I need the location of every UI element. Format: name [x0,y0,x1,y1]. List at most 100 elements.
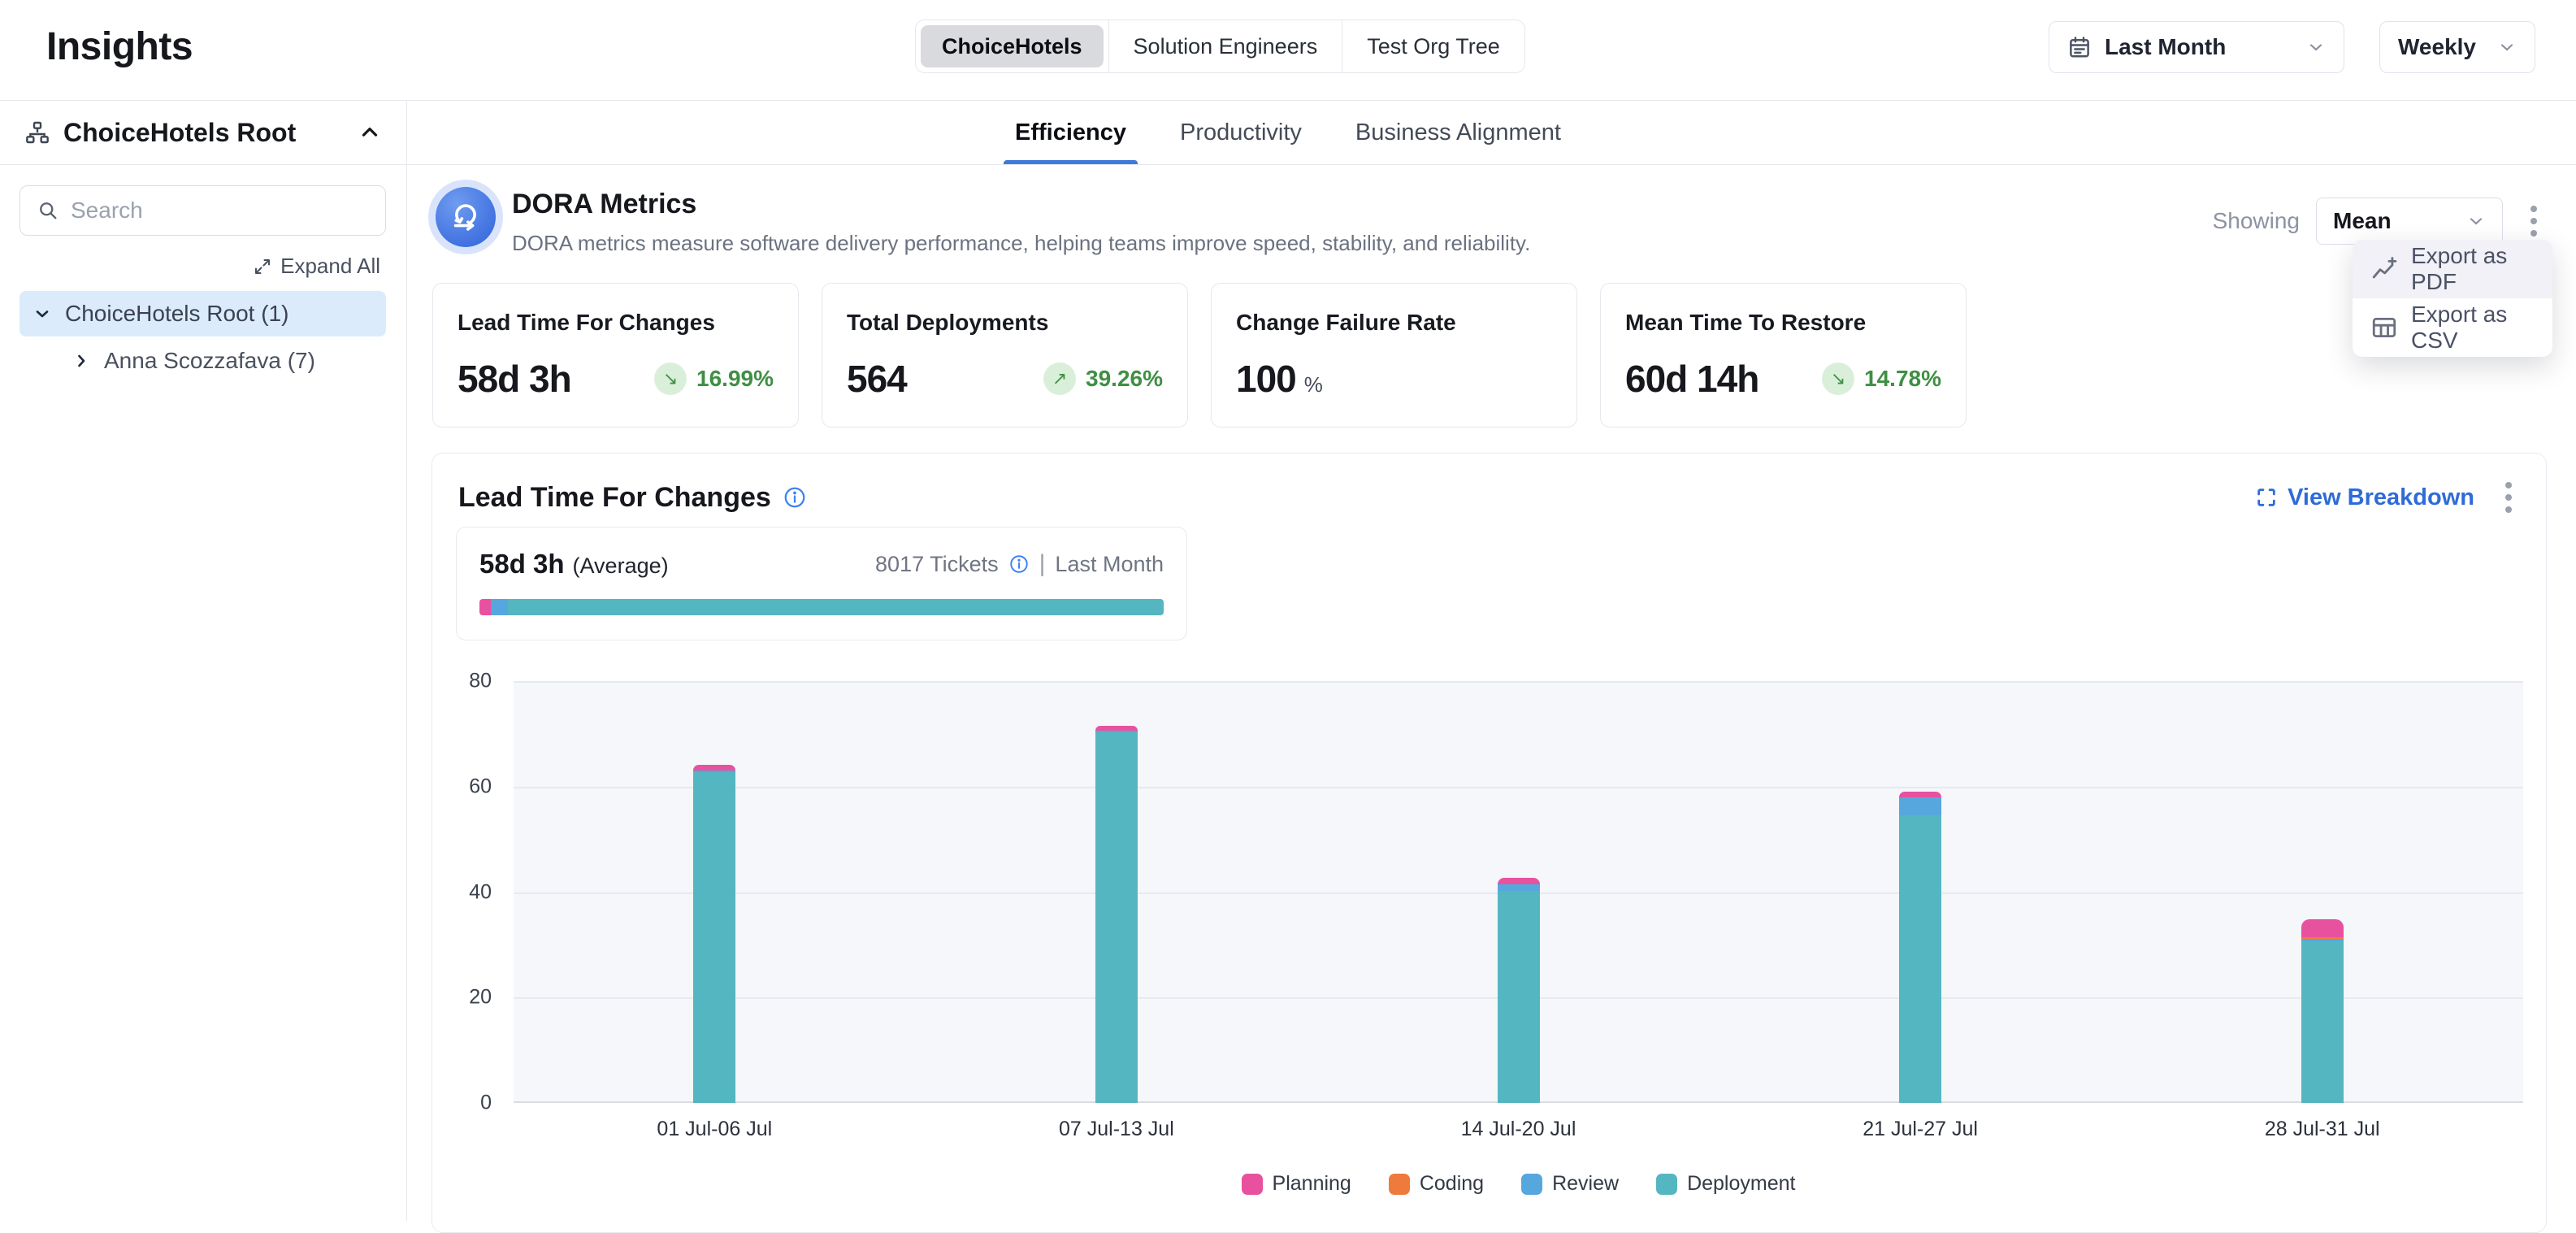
metric-title: Change Failure Rate [1236,310,1552,336]
expand-diagonal-icon [253,257,272,276]
lead-time-section: Lead Time For Changes View Breakdown [432,453,2547,1233]
tree-item-choicehotels-root[interactable]: ChoiceHotels Root (1) [20,291,386,336]
bar-segment-review [1095,731,1138,732]
legend-swatch [1242,1174,1263,1195]
trend-badge: ↘ 14.78% [1822,363,1941,395]
chevron-down-icon [2497,37,2517,57]
stacked-bar[interactable] [693,765,735,1103]
legend-label: Review [1552,1172,1619,1196]
org-tab-group: ChoiceHotels Solution Engineers Test Org… [915,20,1525,73]
section-kebab-menu-icon[interactable] [2494,474,2523,521]
granularity-select-value: Weekly [2398,34,2484,60]
metric-card-mean-time-to-restore: Mean Time To Restore 60d 14h ↘ 14.78% [1600,283,1967,428]
search-icon [37,199,59,222]
granularity-select[interactable]: Weekly [2379,21,2535,73]
org-hierarchy-icon [24,119,50,145]
y-tick-label: 60 [469,775,492,798]
ticket-count: 8017 Tickets [875,552,999,577]
trend-badge: ↗ 39.26% [1043,363,1163,395]
x-tick-label: 07 Jul-13 Jul [1059,1118,1174,1141]
bar-segment-deployment [2301,941,2344,1103]
stacked-bar[interactable] [1498,878,1540,1103]
legend-item-deployment[interactable]: Deployment [1656,1172,1795,1196]
stacked-bar[interactable] [1095,726,1138,1104]
export-pdf-item[interactable]: Export as PDF [2353,240,2552,298]
chart-legend: Planning Coding Review Deployment [514,1172,2523,1196]
sidebar-title: ChoiceHotels Root [63,118,296,148]
sidebar-header: ChoiceHotels Root [0,101,406,164]
bar-segment-planning [693,765,735,771]
tab-efficiency[interactable]: Efficiency [1015,101,1126,164]
dora-metrics-title: DORA Metrics [512,189,696,220]
legend-item-review[interactable]: Review [1521,1172,1619,1196]
chevron-right-icon[interactable] [72,351,91,371]
sidebar-collapse-chevron-up-icon[interactable] [358,120,382,145]
showing-select[interactable]: Mean [2316,198,2503,245]
legend-label: Deployment [1687,1172,1795,1196]
dora-controls: Showing Mean [2213,198,2548,245]
bar-segment-planning [1498,878,1540,884]
metric-title: Mean Time To Restore [1625,310,1941,336]
metric-card-total-deployments: Total Deployments 564 ↗ 39.26% [822,283,1188,428]
sidebar-search [20,185,386,236]
stacked-bar[interactable] [1899,792,1941,1103]
export-pdf-label: Export as PDF [2411,243,2535,295]
bar-segment-coding [2301,937,2344,940]
dora-kebab-menu-icon[interactable] [2519,198,2548,245]
export-menu: Export as PDF Export as CSV [2353,240,2552,357]
x-tick-label: 28 Jul-31 Jul [2265,1118,2380,1141]
calendar-icon [2067,35,2092,59]
trend-value: 16.99% [696,366,774,392]
bar-segment-deployment [693,772,735,1103]
chart-plot [514,681,2523,1103]
metric-card-lead-time: Lead Time For Changes 58d 3h ↘ 16.99% [432,283,799,428]
progress-segment-review [491,599,508,615]
bar-segment-review [1899,797,1941,816]
chevron-down-icon[interactable] [33,304,52,323]
export-csv-item[interactable]: Export as CSV [2353,298,2552,357]
bar-segment-planning [1095,726,1138,731]
trend-down-arrow-icon: ↘ [654,363,687,395]
metric-value: 58d 3h [458,357,571,401]
dora-sprint-icon [436,187,496,247]
trend-down-arrow-icon: ↘ [1822,363,1854,395]
view-breakdown-button[interactable]: View Breakdown [2255,484,2474,511]
expand-all-label: Expand All [280,254,380,279]
stacked-bar[interactable] [2301,919,2344,1103]
tab-productivity[interactable]: Productivity [1180,101,1302,164]
legend-swatch [1656,1174,1677,1195]
legend-label: Coding [1420,1172,1484,1196]
showing-label: Showing [2213,208,2300,234]
org-tab-solution-engineers[interactable]: Solution Engineers [1108,20,1342,72]
info-icon[interactable] [1008,554,1030,575]
bar-segment-deployment [1095,732,1138,1103]
period-select-value: Last Month [2105,34,2293,60]
chevron-down-icon [2466,211,2486,231]
legend-item-coding[interactable]: Coding [1389,1172,1484,1196]
summary-progress-bar [479,599,1164,615]
search-input[interactable] [71,198,369,224]
expand-corners-icon [2255,486,2278,509]
org-tab-test-org-tree[interactable]: Test Org Tree [1342,20,1524,72]
bar-segment-review [2301,940,2344,942]
trend-value: 39.26% [1086,366,1163,392]
metric-value: 100 [1236,357,1296,401]
bar-segment-deployment [1899,815,1941,1103]
gridline [514,681,2523,683]
metric-card-change-failure-rate: Change Failure Rate 100 % [1211,283,1577,428]
period-select[interactable]: Last Month [2049,21,2344,73]
summary-period: Last Month [1055,552,1164,577]
trend-value: 14.78% [1864,366,1941,392]
bar-segment-review [1498,884,1540,891]
tab-business-alignment[interactable]: Business Alignment [1355,101,1561,164]
expand-all-button[interactable]: Expand All [253,254,380,279]
legend-item-planning[interactable]: Planning [1242,1172,1351,1196]
summary-average-value: 58d 3h [479,549,565,580]
bar-segment-deployment [1498,891,1540,1103]
bar-segment-planning [1899,792,1941,797]
trend-badge: ↘ 16.99% [654,363,774,395]
tree-item-anna-scozzafava[interactable]: Anna Scozzafava (7) [20,338,386,384]
info-icon[interactable] [783,485,807,510]
tree-item-label: Anna Scozzafava (7) [104,348,315,374]
org-tab-choicehotels[interactable]: ChoiceHotels [921,25,1104,67]
